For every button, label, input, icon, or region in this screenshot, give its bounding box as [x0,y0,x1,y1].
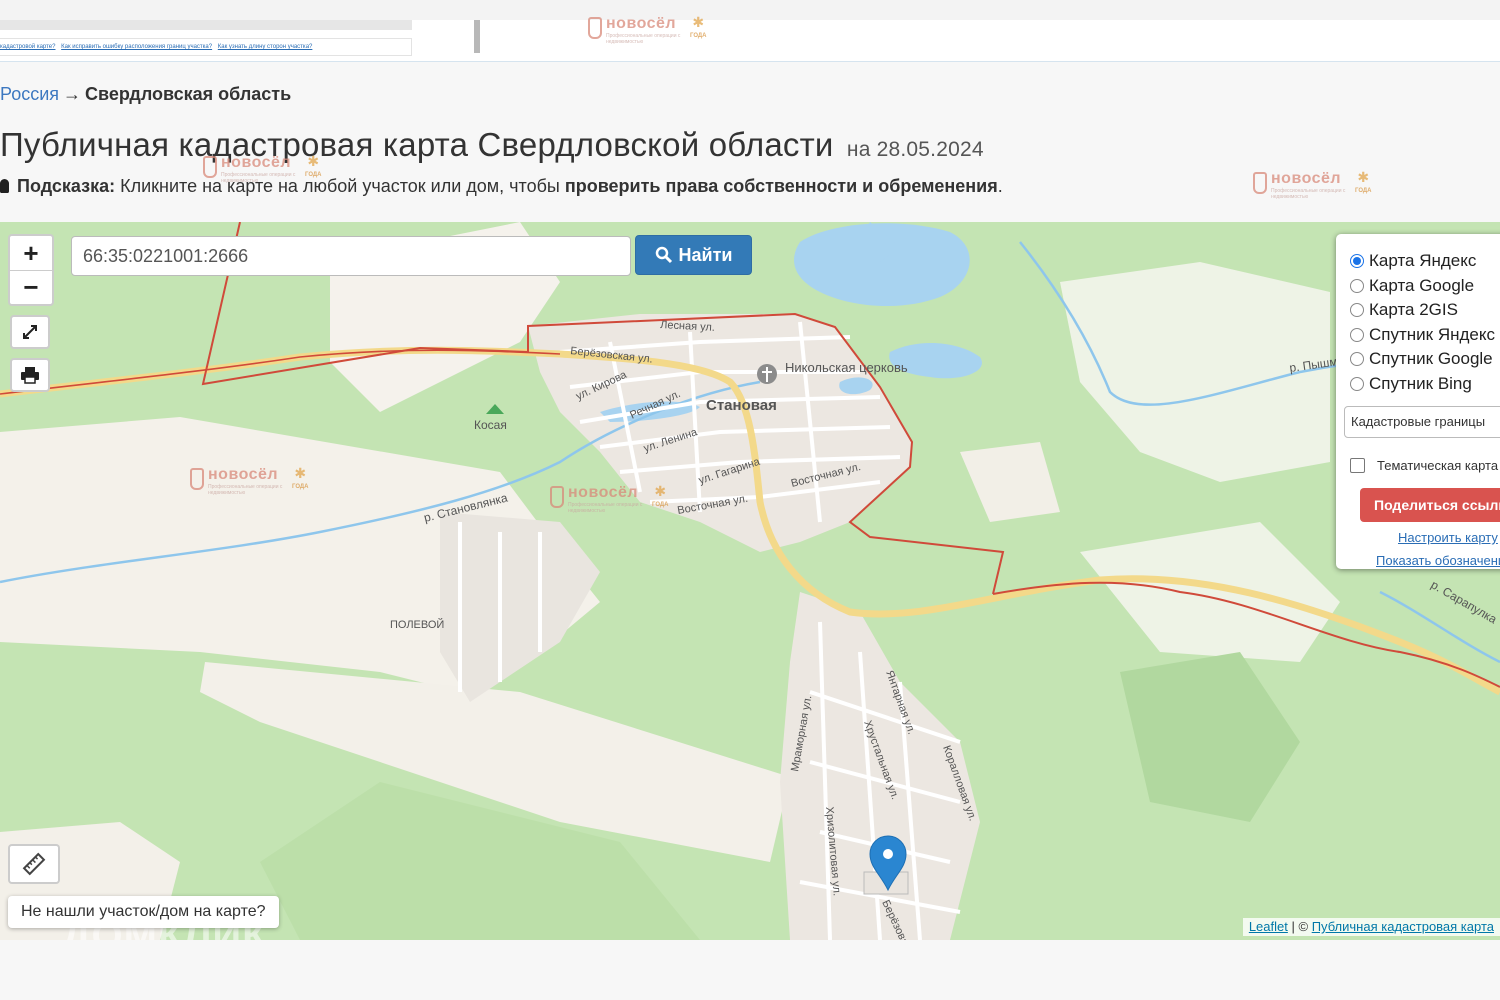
polevoy-label: ПОЛЕВОЙ [390,618,444,631]
page-title: Публичная кадастровая карта Свердловской… [0,126,984,164]
search-icon [655,246,672,264]
layer-option-label: Спутник Google [1369,349,1493,368]
lightbulb-icon [0,179,9,193]
layer-option-yandex-satellite[interactable]: Спутник Яндекс [1350,325,1495,345]
watermark-subtitle: Профессиональные операции с недвижимость… [606,33,681,45]
hint-end: . [997,176,1003,196]
map-viewport[interactable]: Становая Никольская церковь Косая ПОЛЕВО… [0,222,1500,940]
zoom-in-button[interactable]: + [10,236,52,270]
layers-panel: Карта Яндекс Карта Google Карта 2GIS Спу… [1336,234,1500,569]
faq-link-2[interactable]: Как исправить ошибку расположения границ… [61,44,212,50]
breadcrumb: Россия → Свердловская область [0,84,291,105]
pot-icon [588,17,602,39]
kosaya-label: Косая [474,418,507,432]
zoom-control: + − [8,234,54,306]
layer-option-yandex-map[interactable]: Карта Яндекс [1350,251,1476,271]
map-canvas[interactable]: Становая Никольская церковь Косая ПОЛЕВО… [0,222,1500,940]
print-button[interactable] [10,358,50,392]
layer-option-label: Карта Google [1369,276,1475,295]
checkbox[interactable] [1350,458,1365,473]
measure-button[interactable] [8,844,60,884]
search-button-label: Найти [678,244,733,265]
star-icon: ✱ ГОДА [1355,170,1372,198]
share-link-button[interactable]: Поделиться ссылкой [1360,488,1500,522]
layer-option-label: Карта 2GIS [1369,300,1458,319]
overlay-select[interactable]: Кадастровые границы [1344,406,1500,438]
layer-option-google-satellite[interactable]: Спутник Google [1350,349,1493,369]
map-attribution: Leaflet | © Публичная кадастровая карта [1242,918,1500,936]
zoom-out-button[interactable]: − [10,270,52,304]
thematic-map-checkbox[interactable]: Тематическая карта [1350,458,1498,473]
top-strip: кадастровой карте? Как исправить ошибку … [0,0,1500,62]
printer-icon [21,367,39,384]
checkbox-label: Тематическая карта [1377,458,1499,473]
hint-line: Подсказка: Кликните на карте на любой уч… [0,176,1003,197]
top-gray-bar [0,0,1500,20]
fullscreen-button[interactable] [10,315,50,349]
radio[interactable] [1350,303,1364,317]
cadastral-search-input[interactable] [71,236,631,276]
radio-selected[interactable] [1350,254,1364,268]
not-found-button[interactable]: Не нашли участок/дом на карте? [8,896,279,928]
expand-icon [23,325,37,339]
radio[interactable] [1350,328,1364,342]
layer-option-label: Карта Яндекс [1369,251,1477,270]
watermark-subtitle: Профессиональные операции с недвижимость… [1271,188,1346,200]
top-inner-bar [0,20,412,30]
church-label: Никольская церковь [785,360,908,375]
radio[interactable] [1350,352,1364,366]
leaflet-link[interactable]: Leaflet [1249,919,1288,934]
village-label: Становая [706,397,777,414]
hint-bold: проверить права собственности и обремене… [564,176,998,196]
watermark-name: новосёл [1271,170,1342,187]
hint-text: Кликните на карте на любой участок или д… [120,176,560,196]
radio[interactable] [1350,279,1364,293]
breadcrumb-current: Свердловская область [85,84,292,104]
breadcrumb-separator: → [63,84,82,104]
layer-option-label: Спутник Яндекс [1369,325,1495,344]
attribution-separator: | © [1291,919,1309,934]
faq-link-1[interactable]: кадастровой карте? [0,44,55,50]
pot-icon [1253,172,1267,194]
page-title-text: Публичная кадастровая карта Свердловской… [0,126,834,163]
hint-label: Подсказка: [17,176,116,196]
top-divider [474,20,480,53]
source-link[interactable]: Публичная кадастровая карта [1312,919,1494,934]
watermark-logo: новосёл Профессиональные операции с недви… [1253,170,1372,200]
watermark-badge: ГОДА [690,33,707,39]
layer-option-2gis-map[interactable]: Карта 2GIS [1350,300,1458,320]
watermark-badge: ГОДА [1355,188,1372,194]
search-button[interactable]: Найти [635,235,752,275]
page-title-date: на 28.05.2024 [846,138,984,161]
breadcrumb-root-link[interactable]: Россия [0,84,59,104]
layer-option-bing-satellite[interactable]: Спутник Bing [1350,374,1472,394]
layer-option-google-map[interactable]: Карта Google [1350,276,1474,296]
layer-option-label: Спутник Bing [1369,374,1472,393]
radio[interactable] [1350,377,1364,391]
configure-map-link[interactable]: Настроить карту [1398,530,1498,545]
ruler-icon [22,852,46,876]
faq-links: кадастровой карте? Как исправить ошибку … [0,38,412,56]
faq-link-3[interactable]: Как узнать длину сторон участка? [218,44,313,50]
show-legend-link[interactable]: Показать обозначения [1376,553,1500,568]
